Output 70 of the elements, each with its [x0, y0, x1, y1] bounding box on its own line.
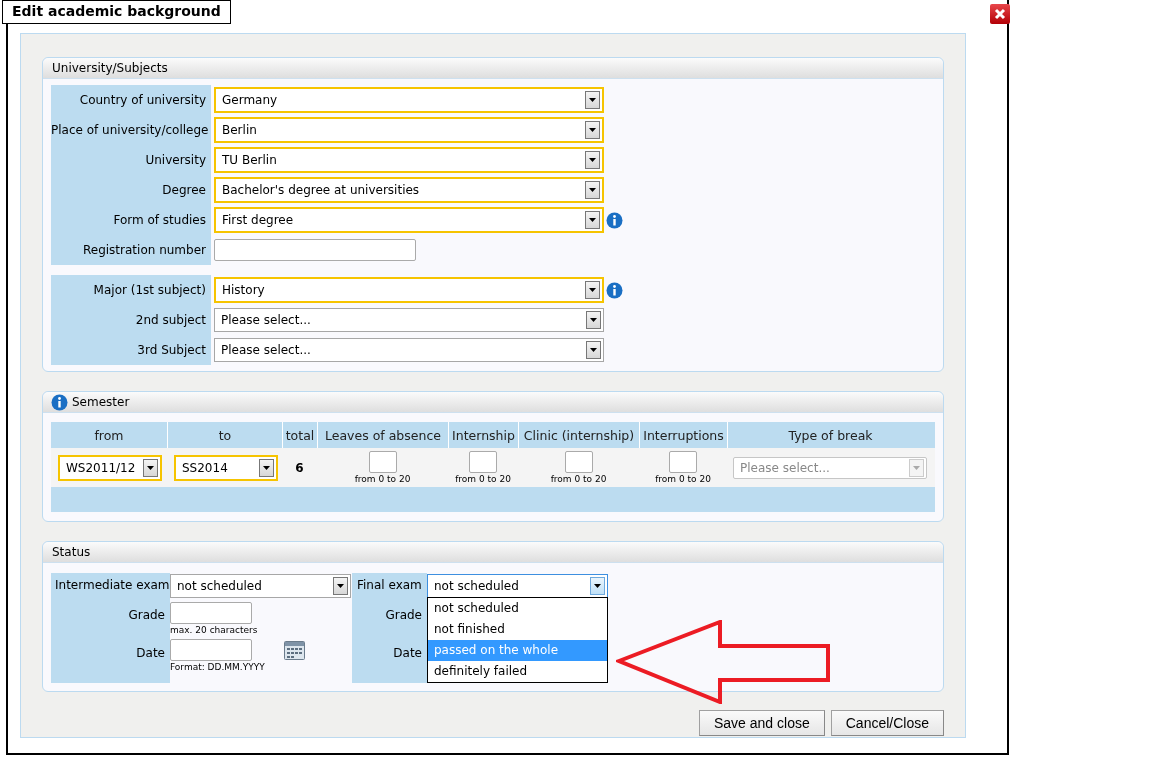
caret-icon: [143, 458, 158, 477]
field-label: Registration number: [82, 243, 207, 257]
field-label: Date: [392, 646, 423, 662]
info-icon[interactable]: [606, 281, 623, 299]
select-field[interactable]: SS2014: [174, 454, 278, 481]
caret-icon: [585, 281, 600, 299]
field-label: Intermediate exam: [54, 578, 170, 594]
field-label: Grade: [127, 608, 166, 624]
field-label: 2nd subject: [134, 313, 207, 327]
select-field[interactable]: TU Berlin: [214, 147, 604, 173]
field-label: Form of studies: [112, 213, 207, 227]
section-title: Semester: [72, 395, 130, 409]
select-field[interactable]: Bachelor's degree at universities: [214, 177, 604, 203]
select-field[interactable]: Please select...: [214, 338, 604, 362]
caret-icon: [585, 151, 600, 169]
close-button[interactable]: [990, 4, 1010, 24]
field-label: Grade: [384, 608, 423, 624]
field-label: University: [144, 153, 207, 167]
section-title: University/Subjects: [52, 61, 168, 75]
input-field[interactable]: [669, 451, 697, 473]
field-label: Country of university: [78, 93, 207, 107]
calendar-icon[interactable]: [284, 641, 305, 660]
column-header: from: [93, 426, 125, 445]
caret-icon: [590, 577, 605, 595]
caret-icon: [259, 458, 274, 477]
dialog-button[interactable]: Save and close: [699, 710, 825, 736]
close-icon: [994, 8, 1006, 20]
select-field[interactable]: Germany: [214, 87, 604, 113]
dropdown-option[interactable]: not finished: [428, 619, 607, 640]
select-field[interactable]: not scheduled: [170, 574, 351, 598]
caret-icon: [585, 121, 600, 139]
input-field[interactable]: [170, 602, 252, 624]
field-label: Date: [135, 646, 166, 662]
caret-icon: [586, 341, 601, 359]
dropdown-option[interactable]: definitely failed: [428, 661, 607, 682]
select-field[interactable]: First degree: [214, 207, 604, 233]
select-field[interactable]: History: [214, 277, 604, 303]
section-title: Status: [52, 545, 91, 559]
hint-text: from 0 to 20: [550, 474, 607, 484]
caret-icon: [909, 458, 924, 477]
caret-icon: [585, 211, 600, 229]
input-field[interactable]: [368, 451, 397, 473]
info-icon[interactable]: [51, 393, 68, 411]
caret-icon: [585, 181, 600, 199]
hint-text: from 0 to 20: [455, 474, 511, 484]
hint-text: Format: DD.MM.YYYY: [170, 662, 266, 672]
select-field[interactable]: WS2011/12: [58, 454, 162, 481]
field-label: 3rd Subject: [136, 343, 207, 357]
caret-icon: [333, 577, 348, 595]
input-field[interactable]: [170, 639, 252, 661]
info-icon[interactable]: [606, 211, 623, 229]
input-field[interactable]: [564, 451, 593, 473]
field-label: Place of university/college: [51, 123, 210, 137]
field-label: Major (1st subject): [92, 283, 207, 297]
dialog-button[interactable]: Cancel/Close: [830, 710, 944, 736]
select-field[interactable]: Berlin: [214, 117, 604, 143]
dialog-title: Edit academic background: [2, 0, 231, 24]
caret-icon: [586, 311, 601, 329]
dropdown-option[interactable]: not scheduled: [428, 598, 607, 619]
select-field[interactable]: Please select...: [214, 308, 604, 332]
caret-icon: [585, 91, 600, 109]
field-label: Final exam: [357, 578, 423, 594]
input-field[interactable]: [469, 451, 497, 473]
hint-text: from 0 to 20: [655, 474, 711, 484]
hint-text: from 0 to 20: [354, 474, 411, 484]
input-field[interactable]: [214, 239, 416, 261]
field-label: Degree: [161, 183, 207, 197]
total-value: 6: [295, 460, 304, 475]
select-field[interactable]: not scheduled: [427, 574, 608, 598]
hint-text: max. 20 characters: [170, 625, 259, 635]
